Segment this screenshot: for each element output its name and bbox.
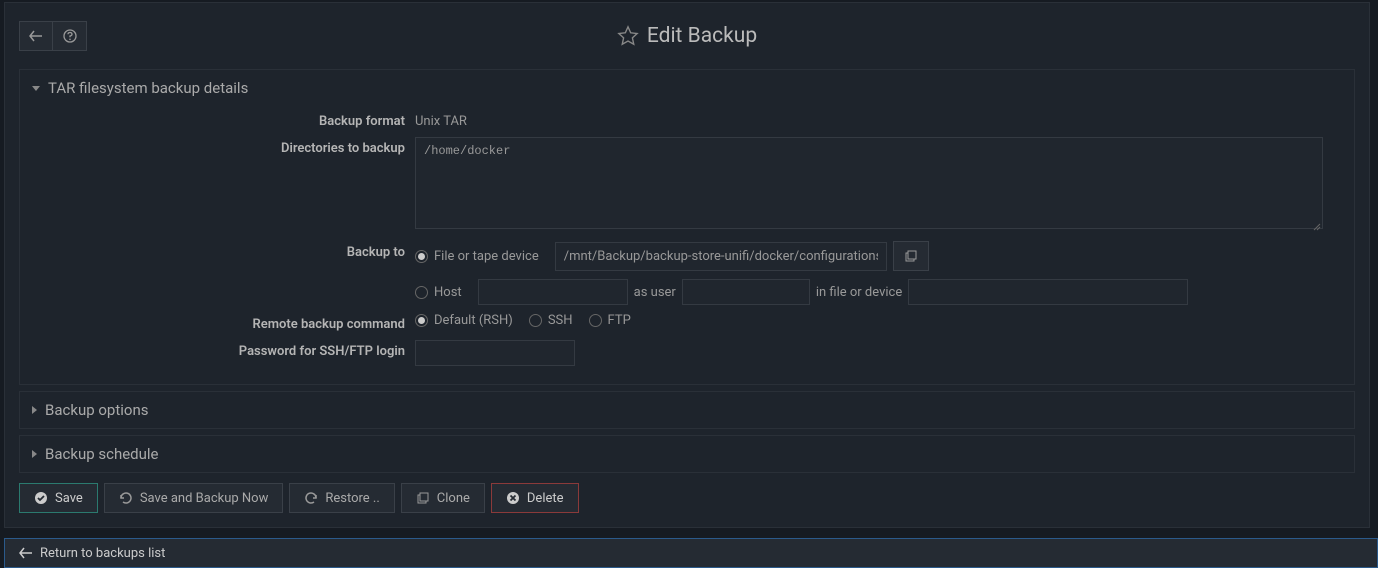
radio-default-rsh[interactable]: [415, 314, 428, 327]
back-button[interactable]: [19, 21, 53, 51]
favorite-star-icon[interactable]: [617, 25, 639, 47]
chevron-right-icon: [32, 406, 37, 414]
chevron-down-icon: [32, 86, 40, 91]
ftp-label: FTP: [608, 313, 631, 328]
clone-label: Clone: [437, 491, 470, 506]
radio-file-device[interactable]: [415, 250, 428, 263]
return-label: Return to backups list: [40, 546, 165, 561]
help-button[interactable]: [53, 21, 87, 51]
default-rsh-label: Default (RSH): [434, 313, 513, 328]
check-circle-icon: [34, 491, 48, 505]
browse-icon: [904, 249, 918, 263]
arrow-left-icon: [19, 547, 33, 559]
file-device-label: File or tape device: [434, 249, 539, 264]
restore-icon: [304, 491, 318, 505]
panel-options: Backup options: [19, 391, 1355, 429]
return-button[interactable]: Return to backups list: [4, 538, 1378, 568]
panel-details-header[interactable]: TAR filesystem backup details: [20, 70, 1354, 106]
save-label: Save: [55, 491, 83, 506]
radio-ssh[interactable]: [529, 314, 542, 327]
restore-label: Restore ..: [325, 491, 379, 506]
refresh-icon: [119, 491, 133, 505]
clone-button[interactable]: Clone: [401, 483, 485, 513]
panel-details-title: TAR filesystem backup details: [48, 79, 248, 97]
browse-button[interactable]: [893, 241, 929, 271]
save-button[interactable]: Save: [19, 483, 98, 513]
panel-options-title: Backup options: [45, 401, 148, 419]
backup-to-label: Backup to: [30, 241, 415, 260]
clone-icon: [416, 491, 430, 505]
backup-format-value: Unix TAR: [415, 110, 467, 129]
host-label: Host: [434, 285, 462, 300]
help-icon: [63, 29, 77, 43]
header: Edit Backup: [19, 21, 1355, 51]
arrow-left-icon: [29, 30, 43, 42]
save-backup-now-button[interactable]: Save and Backup Now: [104, 483, 284, 513]
page-title: Edit Backup: [647, 24, 757, 48]
radio-ftp[interactable]: [589, 314, 602, 327]
panel-details: TAR filesystem backup details Backup for…: [19, 69, 1355, 385]
in-file-label: in file or device: [816, 285, 902, 300]
as-user-label: as user: [634, 285, 676, 300]
backup-format-label: Backup format: [30, 110, 415, 129]
panel-schedule: Backup schedule: [19, 435, 1355, 473]
user-input[interactable]: [682, 279, 810, 305]
x-circle-icon: [506, 491, 520, 505]
save-backup-label: Save and Backup Now: [140, 491, 269, 506]
directories-label: Directories to backup: [30, 137, 415, 156]
restore-button[interactable]: Restore ..: [289, 483, 394, 513]
remote-cmd-label: Remote backup command: [30, 313, 415, 332]
delete-button[interactable]: Delete: [491, 483, 579, 513]
main-panel: Edit Backup TAR filesystem backup detail…: [4, 2, 1370, 528]
delete-label: Delete: [527, 491, 564, 506]
remote-file-input[interactable]: [908, 279, 1188, 305]
password-label: Password for SSH/FTP login: [30, 340, 415, 359]
panel-schedule-header[interactable]: Backup schedule: [20, 436, 1354, 472]
ssh-label: SSH: [548, 313, 573, 328]
host-input[interactable]: [478, 279, 628, 305]
action-bar: Save Save and Backup Now Restore .. Clon…: [19, 483, 1355, 513]
resize-handle-icon[interactable]: [1311, 221, 1321, 231]
panel-options-header[interactable]: Backup options: [20, 392, 1354, 428]
file-device-input[interactable]: [555, 242, 887, 271]
directories-input[interactable]: [415, 137, 1323, 229]
panel-schedule-title: Backup schedule: [45, 445, 159, 463]
password-input[interactable]: [415, 340, 575, 366]
chevron-right-icon: [32, 450, 37, 458]
radio-host[interactable]: [415, 286, 428, 299]
